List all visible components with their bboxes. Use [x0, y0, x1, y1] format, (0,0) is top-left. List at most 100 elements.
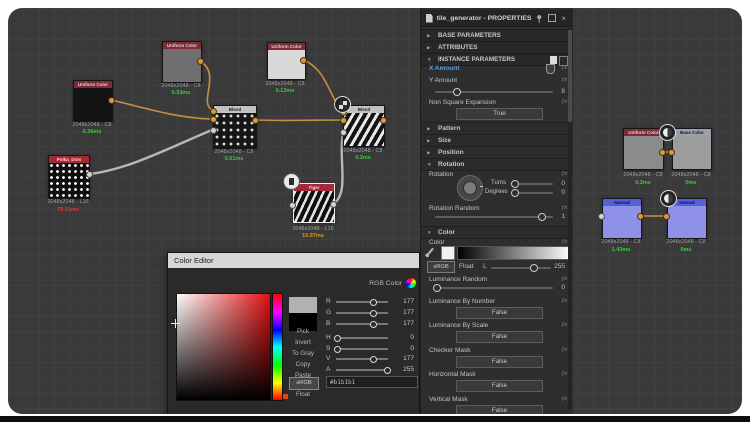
output-usage-badge[interactable]: [659, 124, 676, 141]
luminance-by-scale-toggle[interactable]: False: [456, 331, 543, 343]
blend-mode-badge[interactable]: [334, 96, 351, 113]
degrees-slider[interactable]: [513, 192, 553, 194]
checker-mask-toggle[interactable]: False: [456, 356, 543, 368]
slider-handle[interactable]: [511, 189, 519, 197]
bitmap-resource-badge[interactable]: [283, 173, 300, 190]
group-color[interactable]: ▼ Color: [421, 226, 573, 239]
gradient-bar[interactable]: [457, 246, 571, 260]
y-amount-slider[interactable]: [435, 91, 553, 93]
eyedropper-icon[interactable]: [426, 248, 434, 257]
node-base-color-output[interactable]: Base Color: [672, 128, 712, 170]
function-icon[interactable]: ƒx: [561, 239, 567, 245]
node-blend[interactable]: Blend: [343, 105, 385, 147]
channel-slider-h[interactable]: [336, 337, 388, 339]
non-square-toggle-button[interactable]: True: [456, 108, 543, 120]
float-button[interactable]: Float: [280, 391, 326, 398]
output-port[interactable]: [197, 58, 204, 65]
node-uniform-color[interactable]: Uniform Color: [162, 41, 202, 83]
function-icon[interactable]: ƒx: [561, 65, 567, 71]
function-icon[interactable]: ƒx: [561, 205, 567, 211]
slider-handle[interactable]: [370, 356, 377, 363]
output-port[interactable]: [86, 171, 93, 178]
output-port[interactable]: [380, 117, 387, 124]
node-graph-canvas[interactable]: Uniform Color 2048x2048 - C8 0.36ms Unif…: [8, 8, 742, 414]
output-port[interactable]: [252, 117, 259, 124]
l-slider[interactable]: [491, 267, 551, 269]
function-icon[interactable]: ƒx: [561, 396, 567, 402]
dialog-title[interactable]: Color Editor: [168, 253, 419, 268]
panel-scrollbar[interactable]: [568, 28, 572, 410]
input-port[interactable]: [663, 213, 670, 220]
bookmark-icon[interactable]: [550, 56, 557, 64]
vertical-mask-toggle[interactable]: False: [456, 405, 543, 414]
channel-slider-a[interactable]: [336, 369, 388, 371]
shield-icon[interactable]: [546, 64, 555, 74]
sv-cursor[interactable]: [171, 319, 180, 328]
copy-button[interactable]: Copy: [280, 361, 326, 368]
close-icon[interactable]: ×: [560, 14, 568, 23]
slider-handle[interactable]: [334, 335, 341, 342]
hex-input[interactable]: [326, 376, 418, 388]
function-icon[interactable]: ƒx: [561, 322, 567, 328]
node-uniform-color[interactable]: Uniform Color: [623, 128, 664, 170]
float-mode-label[interactable]: Float: [459, 263, 473, 270]
input-port[interactable]: [668, 149, 675, 156]
slider-handle[interactable]: [538, 213, 546, 221]
color-swatch[interactable]: [441, 246, 455, 260]
slider-handle[interactable]: [433, 284, 441, 292]
wire[interactable]: [111, 100, 211, 119]
srgb-button[interactable]: sRGB: [289, 377, 319, 390]
function-icon[interactable]: ƒx: [561, 298, 567, 304]
output-port[interactable]: [637, 213, 644, 220]
function-icon[interactable]: ƒx: [561, 347, 567, 353]
node-tiger[interactable]: Tiger: [293, 183, 335, 223]
wire-grayscale[interactable]: [89, 130, 212, 174]
input-port[interactable]: [289, 202, 296, 209]
function-icon[interactable]: ƒx: [561, 171, 567, 177]
function-icon[interactable]: ƒx: [561, 276, 567, 282]
invert-button[interactable]: Invert: [280, 339, 326, 346]
hue-slider[interactable]: [272, 293, 283, 401]
panel-title-bar[interactable]: tile_generator - PROPERTIES ×: [421, 10, 573, 27]
function-icon[interactable]: ƒx: [561, 77, 567, 83]
channel-slider-b[interactable]: [336, 323, 388, 325]
node-blend[interactable]: Blend: [213, 105, 257, 149]
turns-slider[interactable]: [513, 183, 553, 185]
channel-slider-s[interactable]: [336, 348, 388, 350]
float-window-icon[interactable]: [548, 14, 556, 22]
output-port[interactable]: [108, 97, 115, 104]
slider-handle[interactable]: [530, 264, 538, 272]
input-port[interactable]: [340, 117, 347, 124]
output-port[interactable]: [300, 57, 307, 64]
color-wheel-icon[interactable]: [406, 278, 416, 288]
srgb-mode-button[interactable]: sRGB: [427, 261, 455, 273]
dial-knob[interactable]: [463, 181, 477, 195]
input-port[interactable]: [210, 108, 217, 115]
function-icon[interactable]: ƒx: [561, 99, 567, 105]
horizontal-mask-toggle[interactable]: False: [456, 380, 543, 392]
to-gray-button[interactable]: To Gray: [280, 350, 326, 357]
node-normal[interactable]: Normal: [602, 198, 642, 239]
input-port[interactable]: [598, 213, 605, 220]
pin-icon[interactable]: [535, 14, 543, 23]
output-port[interactable]: [659, 149, 666, 156]
slider-handle[interactable]: [370, 310, 377, 317]
group-rotation[interactable]: ▼ Rotation: [421, 158, 573, 171]
rotation-dial[interactable]: [457, 175, 483, 201]
param-x-amount[interactable]: X Amount: [429, 65, 459, 72]
output-port[interactable]: [330, 201, 337, 208]
function-icon[interactable]: ƒx: [561, 371, 567, 377]
pick-button[interactable]: Pick: [280, 328, 326, 335]
channel-slider-g[interactable]: [336, 312, 388, 314]
slider-handle[interactable]: [511, 180, 519, 188]
slider-handle[interactable]: [453, 88, 461, 96]
slider-handle[interactable]: [370, 321, 377, 328]
node-polka-dots[interactable]: Polka_Dots: [48, 155, 90, 199]
input-port-mask[interactable]: [340, 129, 347, 136]
scrollbar-thumb[interactable]: [568, 30, 572, 122]
bookmark-outline-icon[interactable]: [559, 56, 568, 66]
luminance-random-slider[interactable]: [435, 287, 553, 289]
slider-handle[interactable]: [370, 299, 377, 306]
channel-slider-v[interactable]: [336, 358, 388, 360]
rotation-random-slider[interactable]: [435, 216, 553, 218]
